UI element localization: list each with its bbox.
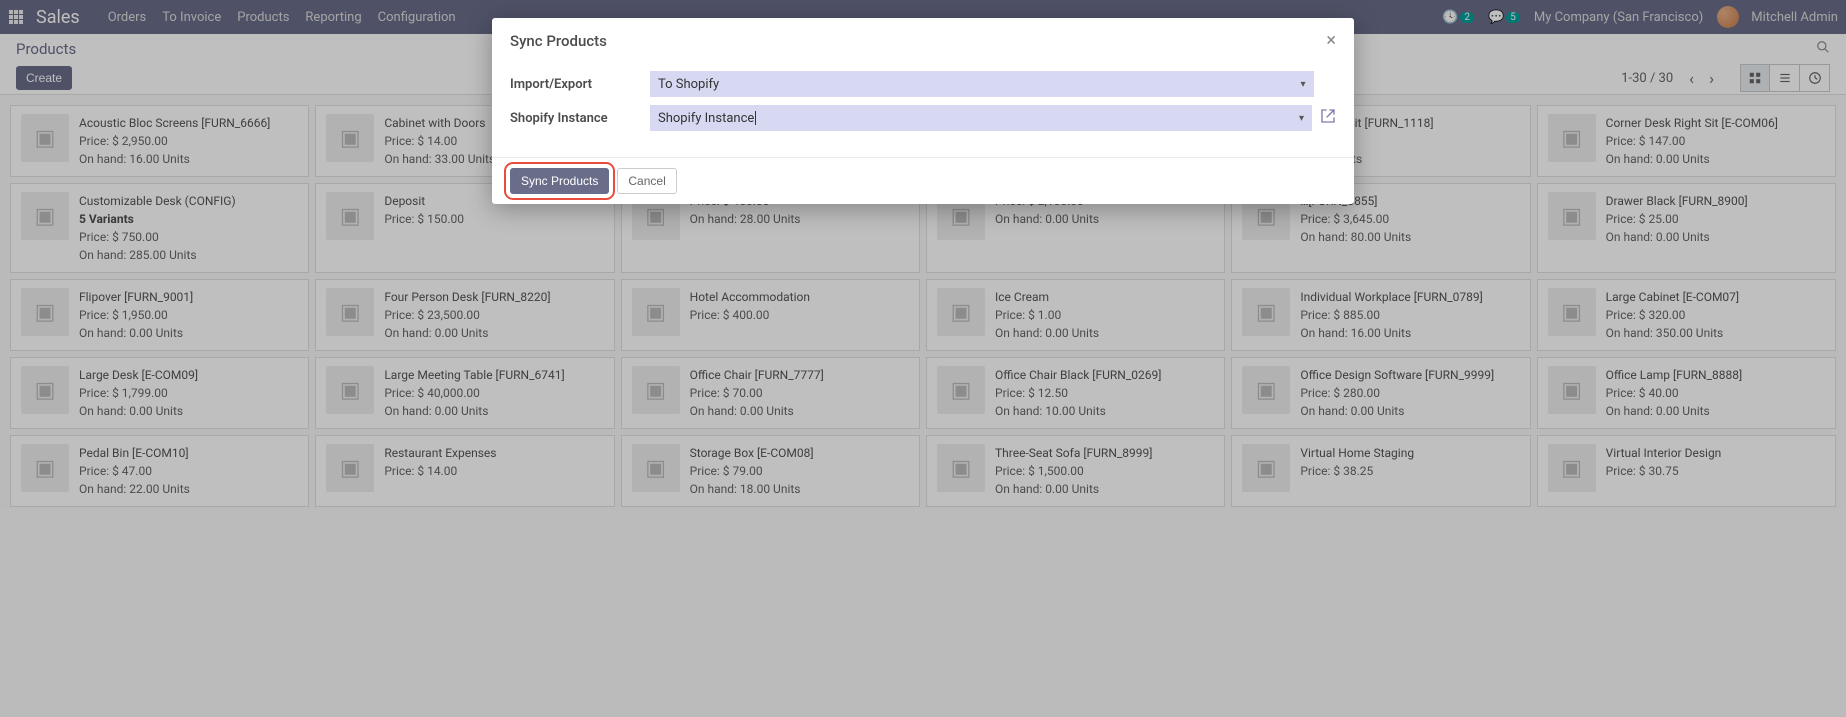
import-export-value: To Shopify: [658, 77, 719, 92]
modal-title: Sync Products: [510, 32, 607, 50]
cancel-button[interactable]: Cancel: [617, 168, 676, 194]
sync-products-modal: Sync Products × Import/Export To Shopify…: [492, 18, 1354, 204]
close-icon[interactable]: ×: [1326, 30, 1336, 51]
chevron-down-icon: ▾: [1299, 113, 1304, 124]
sync-products-button[interactable]: Sync Products: [510, 168, 609, 194]
shopify-instance-combo[interactable]: Shopify Instance ▾: [650, 105, 1312, 131]
text-cursor: [755, 111, 756, 125]
label-shopify-instance: Shopify Instance: [510, 111, 650, 126]
external-link-icon[interactable]: [1320, 108, 1336, 128]
shopify-instance-value: Shopify Instance: [658, 111, 754, 126]
modal-overlay: Sync Products × Import/Export To Shopify…: [0, 0, 1846, 717]
chevron-down-icon: ▾: [1300, 79, 1305, 90]
import-export-select[interactable]: To Shopify ▾: [650, 71, 1314, 97]
label-import-export: Import/Export: [510, 77, 650, 92]
